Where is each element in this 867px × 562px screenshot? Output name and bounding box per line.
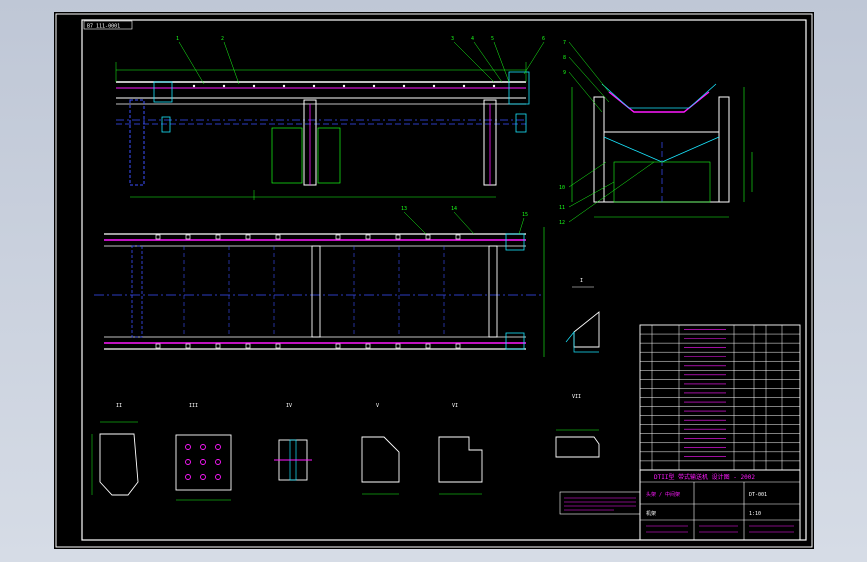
plan-view: 13 14 15 [94, 206, 545, 357]
callout-12: 12 [559, 220, 565, 226]
callout-1: 1 [176, 36, 179, 42]
callout-13: 13 [401, 206, 407, 212]
detail-label-2: II [116, 403, 122, 409]
callout-15: 15 [522, 212, 528, 218]
callout-9: 9 [563, 70, 566, 76]
callout-5: 5 [491, 36, 494, 42]
drawing-number-text: DT-001 [749, 492, 767, 498]
callout-7: 7 [563, 40, 566, 46]
callout-3: 3 [451, 36, 454, 42]
title-text: DTII型 带式输送机 设计图 - 2002 [654, 473, 755, 481]
technical-notes [559, 491, 641, 515]
callout-6: 6 [542, 36, 545, 42]
part-name-text: 机架 [646, 510, 656, 517]
callout-10: 10 [559, 185, 565, 191]
callout-2: 2 [221, 36, 224, 42]
detail-label-3: III [189, 403, 198, 409]
detail-label-6: VI [452, 403, 458, 409]
detail-label-7: VII [572, 394, 581, 400]
outer-frame [55, 13, 813, 548]
callout-11: 11 [559, 205, 565, 211]
callout-14: 14 [451, 206, 457, 212]
detail-label-5: V [376, 403, 379, 409]
detail-label-4: IV [286, 403, 292, 409]
front-view: 1 2 3 4 5 6 [115, 36, 545, 200]
sheet-code-text: B7 111-0001 [87, 24, 120, 30]
callout-4: 4 [471, 36, 474, 42]
detail-bracket: I [565, 278, 600, 353]
detail-label-1: I [580, 278, 583, 284]
drawing-sheet: B7 111-0001 1 2 3 4 5 6 7 8 9 10 11 12 1… [54, 12, 814, 549]
detail-views-bottom: II III IV V VI VII [91, 394, 600, 501]
viewer-background: B7 111-0001 1 2 3 4 5 6 7 8 9 10 11 12 1… [0, 0, 867, 562]
scale-text: 1:10 [749, 511, 761, 517]
parts-list [639, 324, 801, 471]
cad-drawing: B7 111-0001 1 2 3 4 5 6 7 8 9 10 11 12 1… [55, 13, 813, 548]
side-view: 7 8 9 10 11 12 [559, 40, 753, 226]
subtitle-text: 头架 / 中间架 [646, 491, 680, 498]
callout-8: 8 [563, 55, 566, 61]
title-block: DTII型 带式输送机 设计图 - 2002 头架 / 中间架 DT-001 机… [639, 469, 801, 541]
